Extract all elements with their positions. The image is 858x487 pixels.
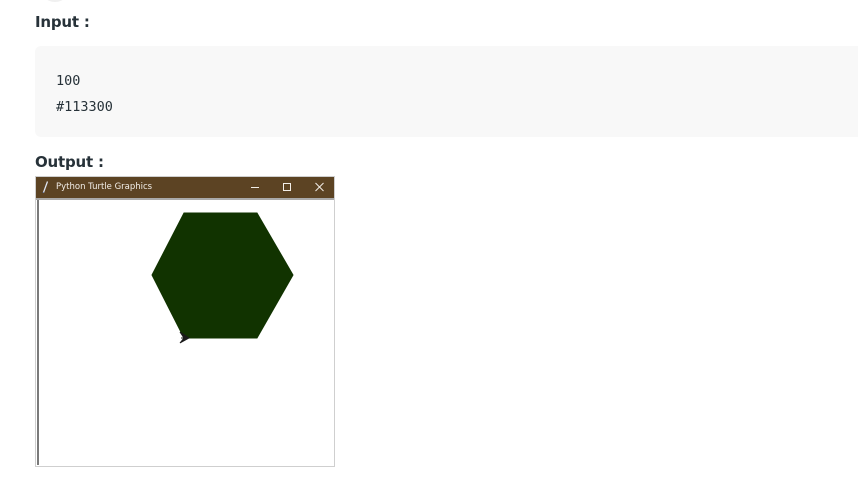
close-icon [315, 182, 324, 192]
input-code-block: 100 #113300 [35, 46, 858, 137]
close-button[interactable] [305, 177, 335, 198]
code-line-color: #113300 [56, 99, 113, 115]
window-titlebar[interactable]: Python Turtle Graphics [36, 177, 334, 198]
minimize-icon [251, 187, 259, 188]
feather-icon [42, 181, 48, 193]
turtle-drawing [151, 212, 294, 344]
code-line-side-length: 100 [56, 73, 81, 89]
output-label: Output : [35, 153, 104, 171]
input-label: Input : [35, 13, 90, 31]
maximize-icon [283, 183, 291, 191]
window-title: Python Turtle Graphics [56, 182, 153, 192]
canvas-border [37, 200, 39, 465]
filled-hexagon [151, 212, 294, 339]
turtle-canvas [36, 198, 334, 466]
minimize-button[interactable] [241, 177, 271, 198]
author-avatar-fragment [40, 0, 70, 2]
turtle-graphics-window: Python Turtle Graphics [35, 176, 335, 467]
maximize-button[interactable] [273, 177, 303, 198]
